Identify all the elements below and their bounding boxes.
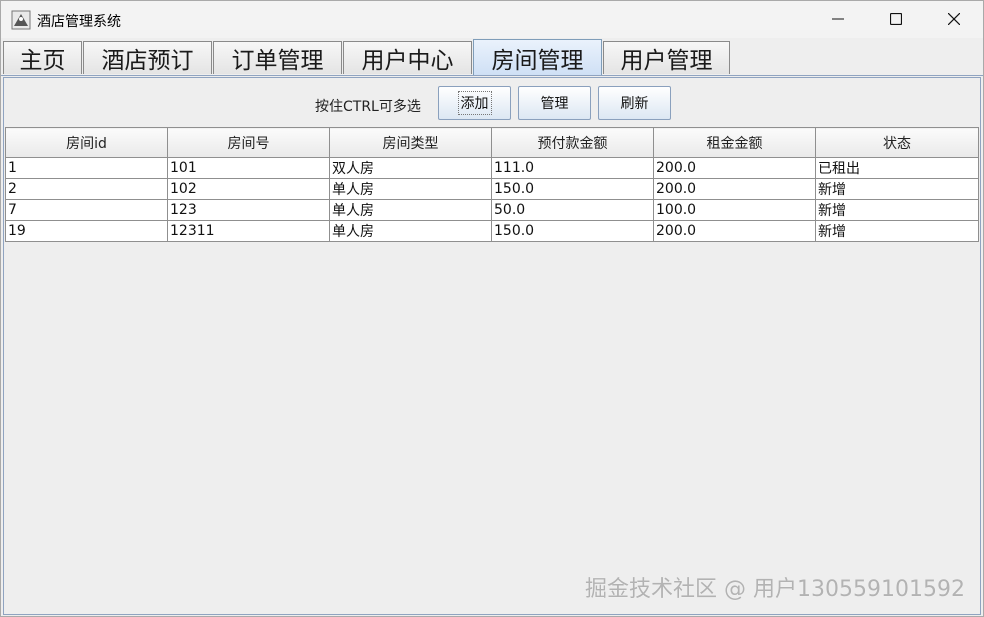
close-icon bbox=[947, 10, 961, 29]
maximize-button[interactable] bbox=[867, 1, 925, 38]
title-bar[interactable]: 酒店管理系统 bbox=[1, 1, 983, 38]
tab-bar: 主页 酒店预订 订单管理 用户中心 房间管理 用户管理 bbox=[1, 39, 983, 76]
cell-status[interactable]: 已租出 bbox=[815, 157, 979, 179]
tab-user-center[interactable]: 用户中心 bbox=[343, 41, 472, 74]
cell-room-id[interactable]: 1 bbox=[5, 157, 168, 179]
cell-rent[interactable]: 100.0 bbox=[653, 199, 816, 221]
column-header-status[interactable]: 状态 bbox=[815, 127, 979, 158]
cell-room-type[interactable]: 单人房 bbox=[329, 178, 492, 200]
add-button[interactable]: 添加 bbox=[438, 86, 511, 120]
column-header-room-type[interactable]: 房间类型 bbox=[329, 127, 492, 158]
column-header-room-id[interactable]: 房间id bbox=[5, 127, 168, 158]
app-icon bbox=[11, 10, 31, 30]
room-table: 房间id 房间号 房间类型 预付款金额 租金金额 状态 1 101 双人房 11… bbox=[5, 127, 979, 242]
app-window: 酒店管理系统 主页 酒店预订 订单管理 用户中心 房间管理 用户管理 按住CTR… bbox=[0, 0, 984, 617]
cell-rent[interactable]: 200.0 bbox=[653, 178, 816, 200]
cell-room-number[interactable]: 123 bbox=[167, 199, 330, 221]
minimize-icon bbox=[832, 10, 844, 29]
close-button[interactable] bbox=[925, 1, 983, 38]
table-row[interactable]: 1 101 双人房 111.0 200.0 已租出 bbox=[5, 157, 979, 179]
cell-room-type[interactable]: 单人房 bbox=[329, 199, 492, 221]
table-row[interactable]: 2 102 单人房 150.0 200.0 新增 bbox=[5, 178, 979, 200]
cell-room-type[interactable]: 双人房 bbox=[329, 157, 492, 179]
cell-rent[interactable]: 200.0 bbox=[653, 220, 816, 242]
watermark: 掘金技术社区 @ 用户130559101592 bbox=[585, 577, 965, 602]
cell-status[interactable]: 新增 bbox=[815, 199, 979, 221]
cell-room-id[interactable]: 7 bbox=[5, 199, 168, 221]
cell-room-id[interactable]: 2 bbox=[5, 178, 168, 200]
cell-rent[interactable]: 200.0 bbox=[653, 157, 816, 179]
room-management-panel: 按住CTRL可多选 添加 管理 刷新 房间id 房间号 房间类型 预付款金额 租… bbox=[3, 77, 981, 615]
column-header-prepayment[interactable]: 预付款金额 bbox=[491, 127, 654, 158]
cell-prepayment[interactable]: 150.0 bbox=[491, 178, 654, 200]
column-header-room-number[interactable]: 房间号 bbox=[167, 127, 330, 158]
cell-status[interactable]: 新增 bbox=[815, 220, 979, 242]
cell-status[interactable]: 新增 bbox=[815, 178, 979, 200]
minimize-button[interactable] bbox=[809, 1, 867, 38]
tab-order-management[interactable]: 订单管理 bbox=[213, 41, 342, 74]
refresh-button[interactable]: 刷新 bbox=[598, 86, 671, 120]
manage-button[interactable]: 管理 bbox=[518, 86, 591, 120]
cell-prepayment[interactable]: 111.0 bbox=[491, 157, 654, 179]
cell-prepayment[interactable]: 50.0 bbox=[491, 199, 654, 221]
cell-room-number[interactable]: 101 bbox=[167, 157, 330, 179]
cell-room-number[interactable]: 12311 bbox=[167, 220, 330, 242]
table-header-row: 房间id 房间号 房间类型 预付款金额 租金金额 状态 bbox=[5, 127, 979, 158]
maximize-icon bbox=[889, 10, 903, 29]
tab-room-management[interactable]: 房间管理 bbox=[473, 39, 602, 75]
tab-hotel-booking[interactable]: 酒店预订 bbox=[83, 41, 212, 74]
window-title: 酒店管理系统 bbox=[37, 14, 121, 30]
cell-room-id[interactable]: 19 bbox=[5, 220, 168, 242]
column-header-rent[interactable]: 租金金额 bbox=[653, 127, 816, 158]
cell-room-number[interactable]: 102 bbox=[167, 178, 330, 200]
tab-user-management[interactable]: 用户管理 bbox=[603, 41, 730, 74]
cell-prepayment[interactable]: 150.0 bbox=[491, 220, 654, 242]
tab-home[interactable]: 主页 bbox=[3, 41, 82, 74]
add-button-label: 添加 bbox=[457, 91, 492, 115]
multi-select-hint: 按住CTRL可多选 bbox=[315, 99, 421, 115]
table-row[interactable]: 7 123 单人房 50.0 100.0 新增 bbox=[5, 199, 979, 221]
cell-room-type[interactable]: 单人房 bbox=[329, 220, 492, 242]
table-row[interactable]: 19 12311 单人房 150.0 200.0 新增 bbox=[5, 220, 979, 242]
